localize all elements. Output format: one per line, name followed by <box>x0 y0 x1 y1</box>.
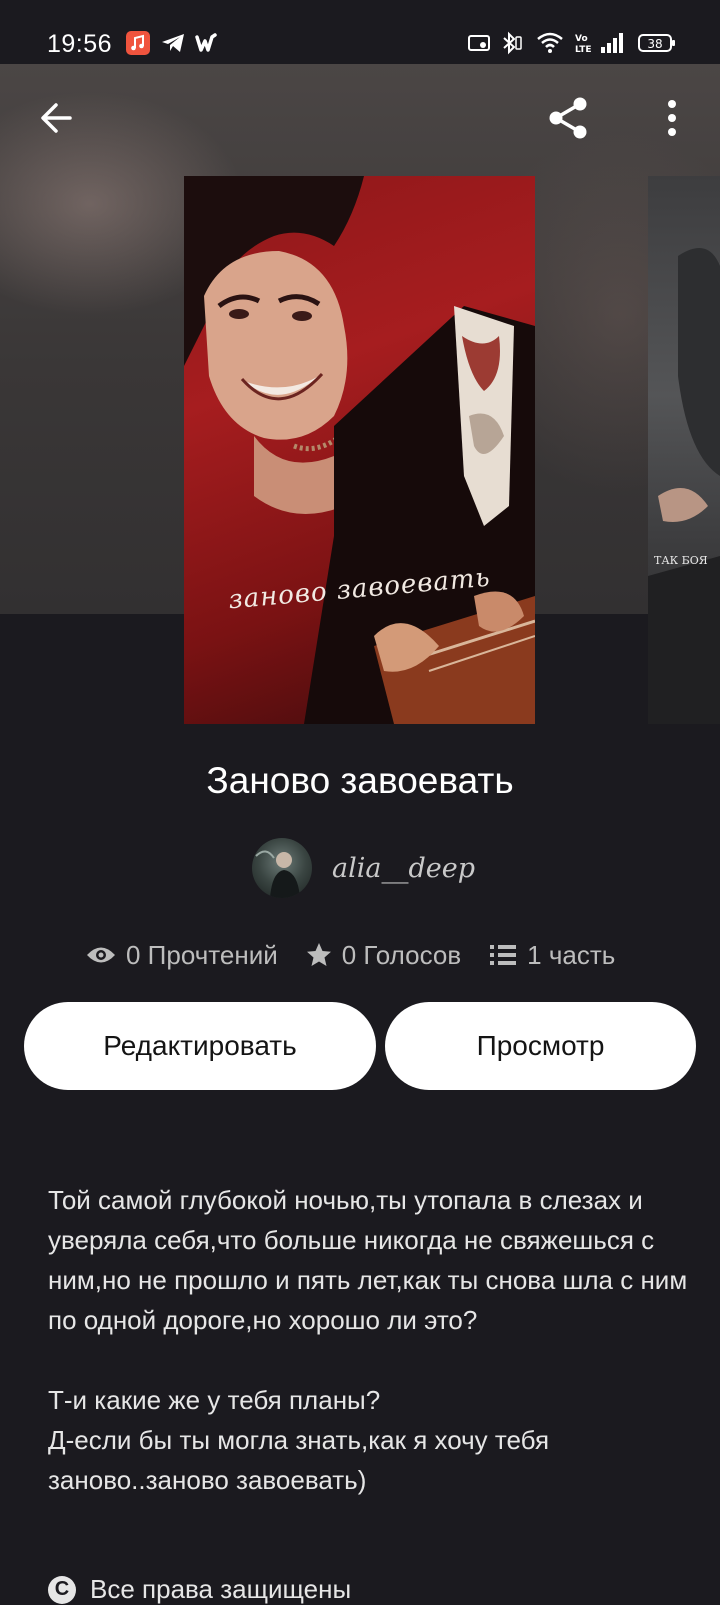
book-description: Той самой глубокой ночью,ты утопала в сл… <box>48 1180 688 1500</box>
list-icon <box>490 945 517 965</box>
wattpad-icon <box>195 31 221 55</box>
next-book-cover[interactable]: ТАК БОЯ <box>648 176 720 724</box>
votes-count: 0 Голосов <box>341 939 462 970</box>
reads-stat: 0 Прочтений <box>86 940 278 971</box>
votes-stat: 0 Голосов <box>306 940 461 971</box>
description-paragraph: Той самой глубокой ночью,ты утопала в сл… <box>48 1185 688 1335</box>
parts-stat: 1 часть <box>489 940 615 971</box>
next-cover-artwork <box>648 248 720 724</box>
avatar[interactable] <box>252 838 312 898</box>
book-cover[interactable]: заново завоевать <box>184 176 535 724</box>
edit-button[interactable]: Редактировать <box>24 1002 376 1090</box>
description-line: Д-если бы ты могла знать,как я хочу тебя… <box>48 1425 550 1495</box>
share-icon <box>549 97 587 139</box>
parts-count: 1 часть <box>527 939 616 970</box>
telegram-icon <box>160 31 186 55</box>
next-cover-text: ТАК БОЯ <box>654 554 708 567</box>
preview-button[interactable]: Просмотр <box>385 1002 696 1090</box>
arrow-left-icon <box>41 103 72 133</box>
svg-text:LTE: LTE <box>575 45 592 55</box>
battery-level: 38 <box>647 37 662 51</box>
battery-icon: 38 <box>638 31 676 55</box>
status-bar: 19:56 Vo LTE 38 <box>0 0 720 64</box>
svg-text:Vo: Vo <box>575 34 588 44</box>
cover-artwork <box>184 176 535 724</box>
reads-count: 0 Прочтений <box>126 939 278 970</box>
eye-icon <box>87 947 115 963</box>
copyright-row: C Все права защищены <box>48 1574 351 1605</box>
bluetooth-icon <box>498 31 524 55</box>
signal-icon <box>600 31 626 55</box>
wifi-icon <box>536 31 564 55</box>
status-time: 19:56 <box>47 30 113 58</box>
share-button[interactable] <box>544 94 592 142</box>
music-app-icon <box>126 31 150 55</box>
book-stats: 0 Прочтений 0 Голосов 1 часть <box>86 935 643 975</box>
volte-icon: Vo LTE <box>574 31 592 55</box>
author-link[interactable]: alia__deep <box>252 838 475 898</box>
more-vert-icon <box>668 100 676 136</box>
avatar-image <box>255 850 300 898</box>
description-line: Т-и какие же у тебя планы? <box>48 1385 381 1415</box>
author-name[interactable]: alia__deep <box>332 853 475 884</box>
more-options-button[interactable] <box>648 94 696 142</box>
back-button[interactable] <box>32 94 80 142</box>
star-icon <box>306 943 331 966</box>
cast-icon <box>466 31 492 55</box>
book-title: Заново завоевать <box>206 760 514 801</box>
copyright-icon: C <box>48 1575 76 1604</box>
copyright-text: Все права защищены <box>90 1574 352 1604</box>
